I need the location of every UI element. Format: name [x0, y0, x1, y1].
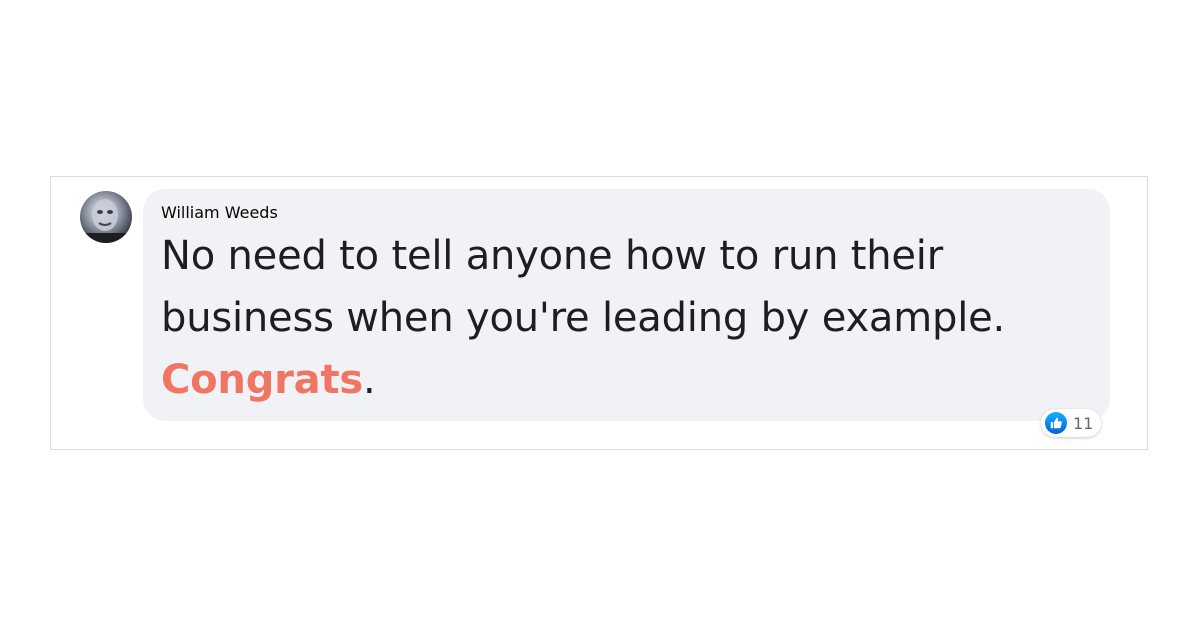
comment-text-line2: business when you're leading by example.	[161, 295, 1006, 341]
comment-text: No need to tell anyone how to run their …	[161, 225, 1092, 411]
comment-card: William Weeds No need to tell anyone how…	[50, 176, 1148, 450]
reaction-summary[interactable]: 11	[1041, 409, 1102, 437]
avatar[interactable]	[80, 191, 132, 243]
comment-trailing: .	[363, 357, 376, 403]
comment-highlight: Congrats	[161, 357, 363, 403]
like-icon	[1045, 412, 1067, 434]
comment-author[interactable]: William Weeds	[161, 203, 1092, 223]
comment-bubble: William Weeds No need to tell anyone how…	[143, 189, 1110, 421]
avatar-image	[80, 199, 132, 243]
comment-text-line1: No need to tell anyone how to run their	[161, 233, 943, 279]
reaction-count: 11	[1073, 413, 1094, 433]
